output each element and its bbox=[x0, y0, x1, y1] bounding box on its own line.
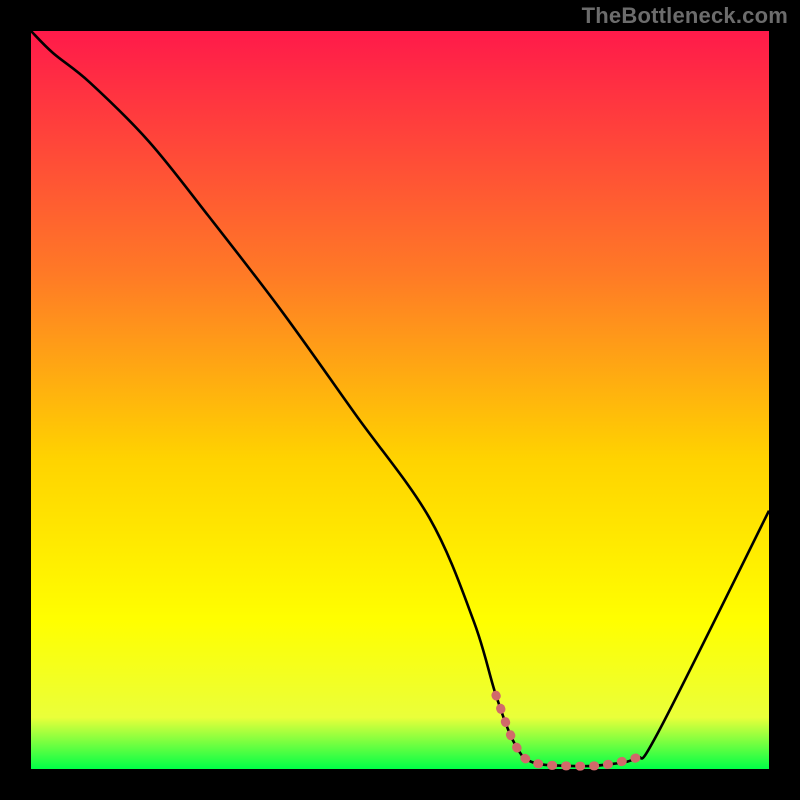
plot-background bbox=[31, 31, 769, 769]
bottleneck-chart bbox=[0, 0, 800, 800]
chart-stage: { "watermark": "TheBottleneck.com", "col… bbox=[0, 0, 800, 800]
